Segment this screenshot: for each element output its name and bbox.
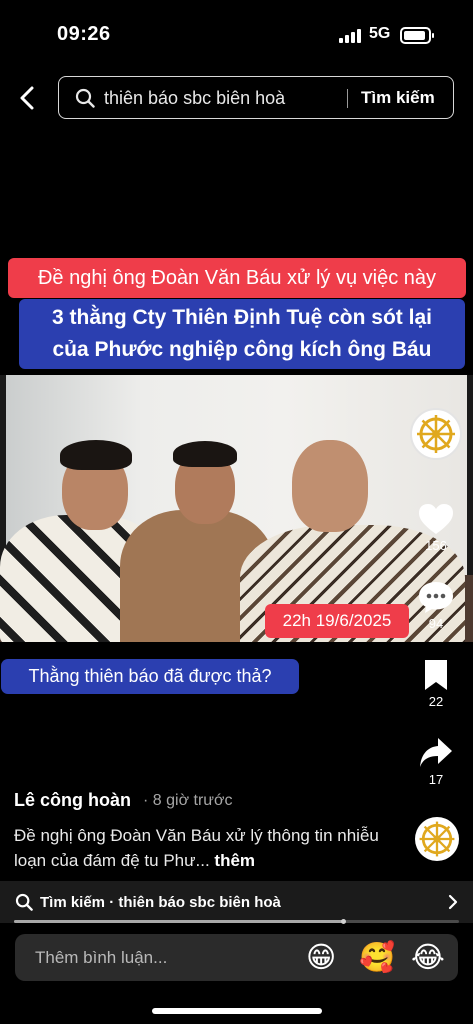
back-button[interactable] [14,84,42,112]
dharma-wheel-icon [417,415,455,453]
save-button[interactable]: 22 [411,658,461,709]
comment-input-bar[interactable]: Thêm bình luận... 😁 🥰 😂 [15,934,458,981]
network-label: 5G [369,25,391,42]
status-time: 09:26 [57,23,111,45]
related-search-text: Tìm kiếm · thiên báo sbc biên hoà [40,894,281,911]
comment-bubble-icon [419,582,453,613]
share-button[interactable]: 17 [411,736,461,787]
caption-blue-line2: của Phước nghiệp công kích ông Báu [52,338,432,361]
author-name[interactable]: Lê công hoàn [14,790,131,811]
related-search-bar[interactable]: Tìm kiếm · thiên báo sbc biên hoà [0,881,473,923]
like-button[interactable]: 156 [411,502,461,553]
search-divider [347,89,348,108]
progress-knob[interactable] [341,919,347,924]
signal-icon [339,29,363,43]
question-caption: Thằng thiên báo đã được thả? [1,659,299,694]
save-count: 22 [428,694,444,709]
creator-avatar[interactable] [410,408,462,460]
post-description[interactable]: Đề nghị ông Đoàn Văn Báu xử lý thông tin… [14,823,394,873]
bookmark-icon [425,660,447,690]
search-bar[interactable]: thiên báo sbc biên hoà Tìm kiếm [58,76,454,119]
heart-icon [419,504,453,534]
caption-blue-line1: 3 thằng Cty Thiên Định Tuệ còn sót lại [52,306,432,329]
caption-blue: 3 thằng Cty Thiên Định Tuệ còn sót lại c… [19,299,465,369]
search-icon [75,88,95,108]
post-time: · 8 giờ trước [143,792,233,809]
dharma-wheel-icon [419,821,455,857]
like-count: 156 [425,538,447,553]
chevron-right-icon [448,894,458,910]
video-frame[interactable] [0,375,473,642]
search-input[interactable]: thiên báo sbc biên hoà [104,88,285,109]
comment-count: 94 [428,616,444,631]
description-text: Đề nghị ông Đoàn Văn Báu xử lý thông tin… [14,826,379,870]
emoji-grin-button[interactable]: 😁 [306,940,336,974]
battery-icon [400,27,434,44]
chevron-left-icon [20,86,34,110]
progress-fill [14,920,344,923]
see-more-link[interactable]: thêm [214,851,255,870]
share-count: 17 [428,772,444,787]
comment-button[interactable]: 94 [411,580,461,631]
date-tag: 22h 19/6/2025 [265,604,409,638]
home-indicator[interactable] [152,1008,322,1014]
share-arrow-icon [420,738,452,767]
search-button[interactable]: Tìm kiếm [361,88,435,108]
caption-red: Đề nghị ông Đoàn Văn Báu xử lý vụ việc n… [8,258,466,298]
comment-input[interactable]: Thêm bình luận... [35,948,167,968]
search-icon [15,893,33,911]
emoji-laugh-button[interactable]: 😂 [411,940,445,974]
status-bar: 09:26 5G [0,0,473,60]
emoji-hearts-button[interactable]: 🥰 [359,940,395,974]
music-avatar[interactable] [415,817,459,861]
video-progress-bar[interactable] [14,919,459,924]
